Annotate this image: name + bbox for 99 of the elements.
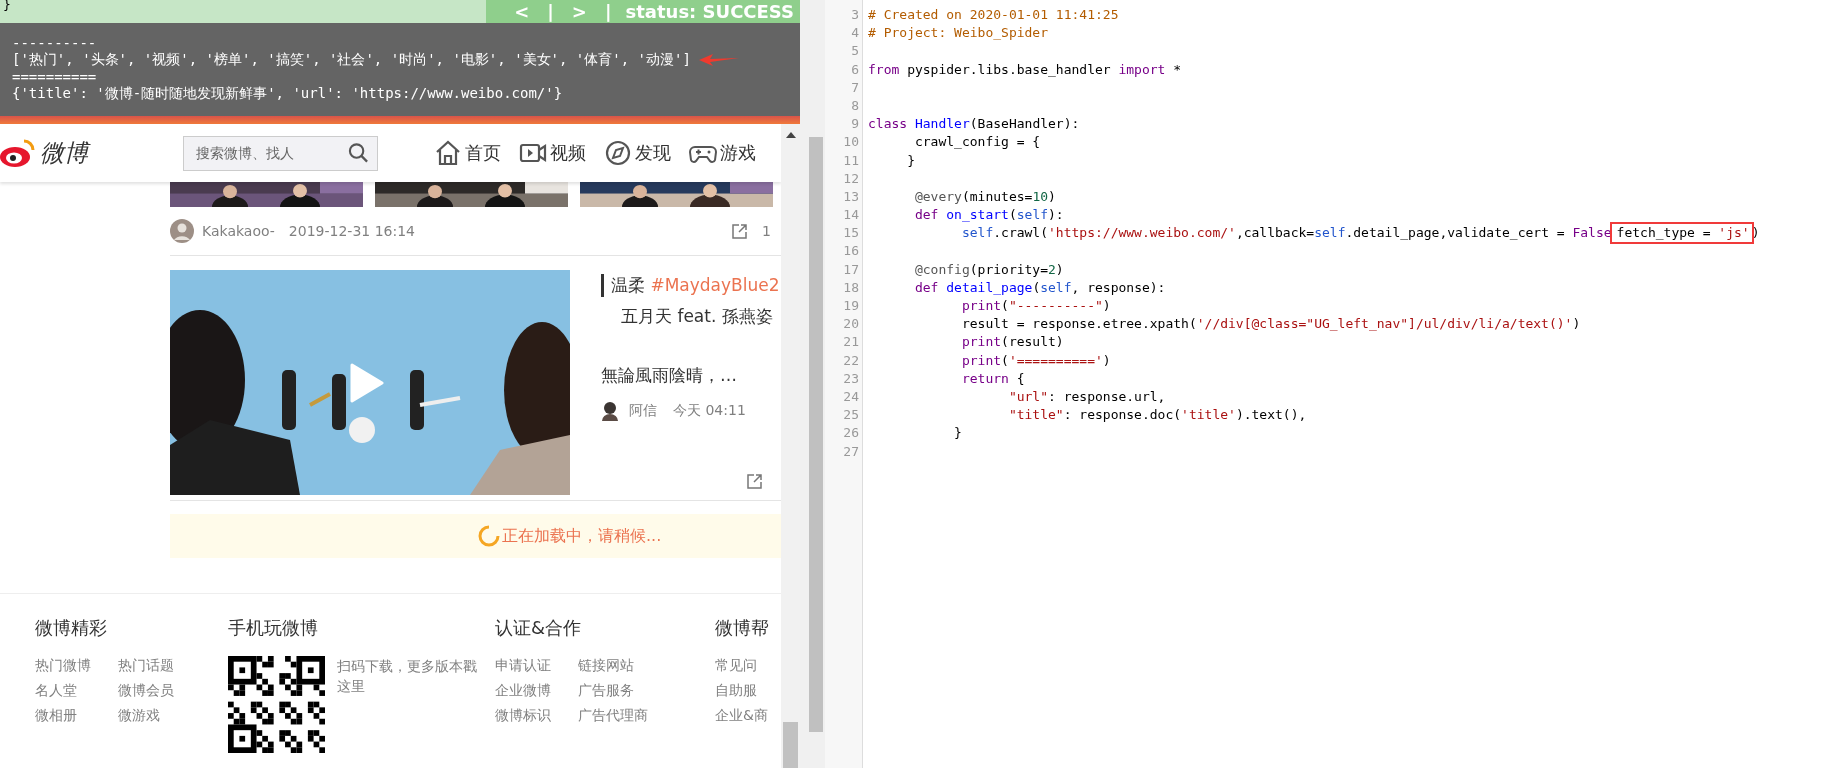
console-line: ========== — [12, 68, 97, 85]
spinner-icon — [478, 525, 500, 547]
line-number: 15 — [842, 224, 860, 243]
footer-link[interactable]: 微博会员 — [118, 681, 228, 700]
line-number: 4 — [850, 24, 860, 43]
separator: | — [604, 1, 612, 22]
share-icon[interactable] — [746, 473, 763, 490]
post-subtitle: 五月天 feat. 孫燕姿 — [620, 305, 774, 328]
line-number: 7 — [850, 78, 860, 97]
footer-heading: 认证&合作 — [495, 616, 583, 640]
code-line: result = response.etree.xpath('//div[@class="UG_left_nav"]/ul/div/li/a/text()') — [960, 315, 1581, 334]
footer-heading: 微博帮 — [715, 616, 770, 640]
compass-icon[interactable] — [604, 140, 632, 166]
footer-link[interactable]: 企业&商 — [715, 706, 781, 725]
code-line: return { — [960, 369, 1025, 388]
code-line: @config(priority=2) — [913, 260, 1064, 279]
code-line: def detail_page(self, response): — [913, 278, 1166, 297]
code-line: def on_start(self): — [913, 206, 1064, 225]
line-number: 21 — [842, 333, 860, 352]
code-line: print("----------") — [960, 297, 1111, 315]
line-number: 25 — [842, 406, 860, 425]
nav-link[interactable]: 首页 — [434, 140, 501, 166]
code-line: print('==========') — [960, 351, 1111, 370]
scrollbar-thumb[interactable] — [808, 137, 823, 732]
code-line: class Handler(BaseHandler): — [868, 115, 1080, 134]
line-number: 26 — [842, 424, 860, 443]
line-number: 3 — [850, 6, 860, 24]
console-line: ---------- — [12, 34, 97, 51]
footer-link[interactable]: 微相册 — [35, 706, 118, 725]
code-line: from pyspider.libs.base_handler import * — [868, 60, 1182, 79]
code-line: # Project: Weibo_Spider — [868, 24, 1048, 43]
line-number: 9 — [850, 115, 860, 134]
post-excerpt: 無論風雨陰晴，… — [601, 364, 738, 387]
footer-link[interactable]: 微游戏 — [118, 706, 228, 725]
loading-text: 正在加载中，请稍候... — [502, 525, 662, 547]
code-brace: } — [2, 0, 11, 10]
line-number: 27 — [842, 442, 860, 461]
code-line: } — [906, 151, 915, 170]
code-line: print(result) — [960, 333, 1064, 352]
footer-link[interactable]: 常见问 — [715, 656, 781, 675]
footer-link[interactable]: 热门话题 — [118, 656, 228, 675]
search-icon[interactable] — [348, 142, 369, 164]
nav-link[interactable]: 游戏 — [689, 140, 756, 166]
footer-link[interactable]: 热门微博 — [35, 656, 118, 675]
footer-heading: 微博精彩 — [35, 616, 108, 640]
line-number: 11 — [842, 151, 860, 170]
download-hint[interactable]: 扫码下载，更多版本戳这里 — [337, 656, 477, 753]
nav-link[interactable]: 视频 — [519, 140, 586, 166]
footer-heading: 手机玩微博 — [228, 616, 319, 640]
line-number: 17 — [842, 260, 860, 279]
footer-link[interactable]: 企业微博 — [495, 681, 578, 700]
line-number: 14 — [842, 206, 860, 225]
scrollbar-thumb[interactable] — [783, 722, 798, 768]
footer-link[interactable]: 链接网站 — [578, 656, 715, 675]
line-number: 6 — [850, 60, 860, 79]
line-number: 22 — [842, 351, 860, 370]
highlight-box: fetch_type = 'js' — [1611, 224, 1752, 243]
search-input[interactable]: 搜索微博、找人 — [194, 144, 348, 162]
home-icon[interactable] — [434, 140, 462, 166]
separator: | — [547, 1, 554, 22]
search-field[interactable]: 搜索微博、找人 — [183, 135, 378, 171]
line-number: 18 — [842, 278, 860, 297]
code-text: ) — [1751, 224, 1760, 243]
scroll-up-icon[interactable] — [785, 132, 796, 138]
code-line: # Created on 2020-01-01 11:41:25 — [868, 6, 1119, 24]
code-line: crawl_config = { — [913, 133, 1041, 152]
code-line: } — [953, 424, 962, 443]
author-name[interactable]: 阿信 — [629, 402, 657, 420]
share-count: 1 — [762, 223, 771, 239]
line-number: 10 — [842, 133, 860, 152]
footer-link[interactable]: 自助服 — [715, 681, 781, 700]
footer-link[interactable]: 名人堂 — [35, 681, 118, 700]
footer-link[interactable]: 广告代理商 — [578, 706, 715, 725]
line-number: 5 — [850, 42, 860, 61]
code-line: self.crawl('https://www.weibo.com/',callback=self.detail_page,validate_cert = False — [960, 224, 1612, 243]
line-number: 12 — [842, 169, 860, 188]
line-number: 16 — [842, 242, 860, 261]
post-time: 2019-12-31 16:14 — [288, 223, 415, 239]
share-icon[interactable] — [731, 222, 749, 240]
line-number: 23 — [842, 369, 860, 388]
line-number: 13 — [842, 187, 860, 206]
avatar[interactable] — [601, 401, 619, 421]
post-time: 今天 04:11 — [673, 402, 746, 420]
hashtag-link[interactable]: #MaydayBlue2 — [650, 275, 780, 295]
code-line: @every(minutes=10) — [913, 187, 1056, 206]
nav-link[interactable]: 发现 — [604, 140, 671, 166]
footer-link[interactable]: 微博标识 — [495, 706, 578, 725]
line-number: 19 — [842, 297, 860, 315]
code-line: "title": response.doc('title').text(), — [1007, 406, 1307, 425]
status-label: status: SUCCESS — [625, 1, 794, 22]
line-number: 24 — [842, 387, 860, 406]
console-line: ['热门', '头条', '视频', '榜单', '搞笑', '社会', '时尚', '电影', '美女', '体育', '动漫'] — [12, 50, 691, 69]
footer-link[interactable]: 申请认证 — [495, 656, 578, 675]
author-name[interactable]: Kakakaoo- — [202, 223, 275, 239]
line-number: 20 — [842, 315, 860, 334]
line-number: 8 — [850, 96, 860, 115]
console-line: {'title': '微博-随时随地发现新鲜事', 'url': 'https://www.weibo.com/'} — [12, 84, 563, 103]
code-line: "url": response.url, — [1007, 387, 1166, 406]
footer-link[interactable]: 广告服务 — [578, 681, 715, 700]
